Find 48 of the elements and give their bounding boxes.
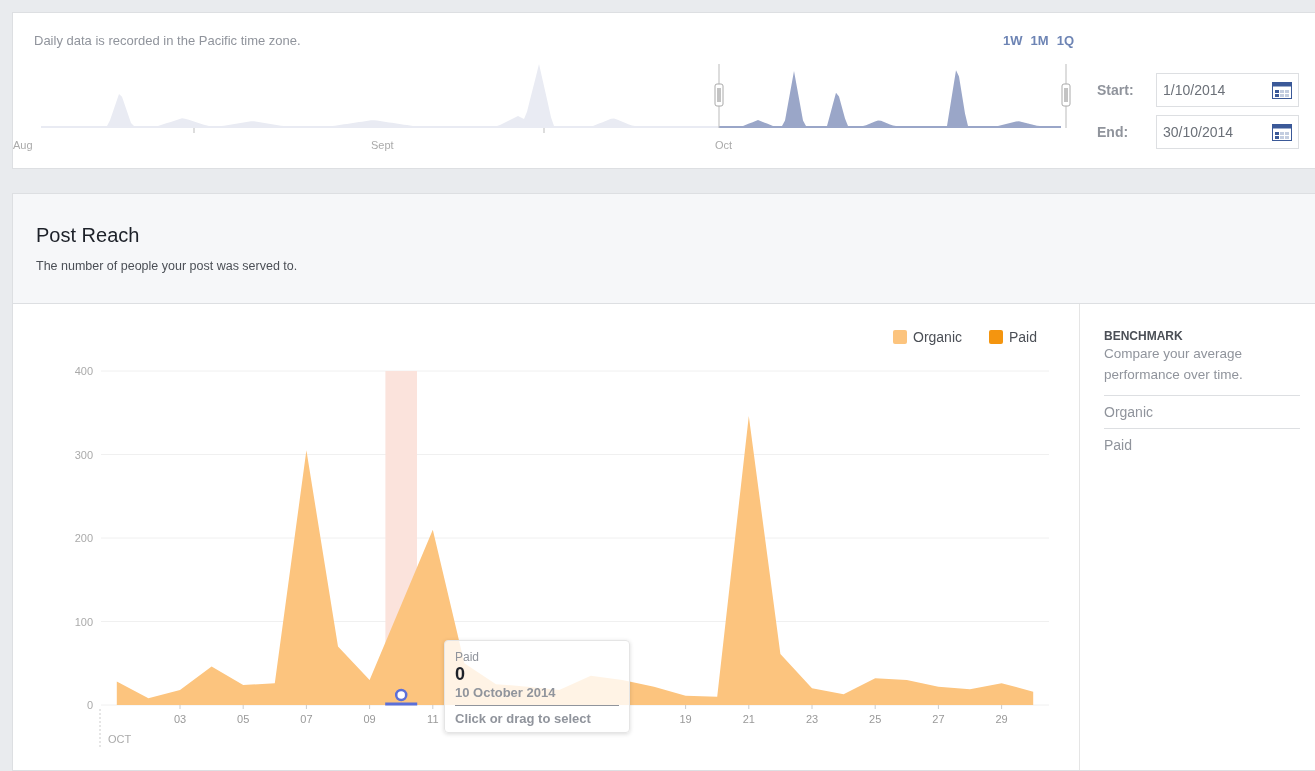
month-label: Sept [371, 139, 394, 151]
month-label: Aug [13, 139, 33, 151]
x-tick-label: 19 [679, 713, 692, 725]
section-title: Post Reach [36, 224, 141, 247]
x-tick-label: 05 [237, 713, 250, 725]
x-tick-label: 11 [427, 713, 439, 725]
tooltip-series: Paid [455, 650, 481, 664]
overview-sparkline[interactable] [41, 64, 1061, 128]
date-label: End: [1097, 124, 1130, 140]
date-label: Start: [1097, 82, 1135, 98]
x-tick-label: 09 [363, 713, 376, 725]
benchmark-item[interactable]: Organic [1104, 396, 1300, 429]
calendar-icon[interactable] [1272, 123, 1292, 141]
legend-label: Paid [1009, 329, 1038, 345]
y-tick-label: 0 [86, 699, 93, 711]
tooltip-hint: Click or drag to select [455, 710, 592, 726]
y-tick-label: 300 [74, 448, 93, 461]
y-tick-label: 100 [74, 615, 93, 628]
range-button[interactable]: 1Q [1056, 32, 1074, 48]
range-button[interactable]: 1M [1030, 32, 1049, 48]
x-tick-label: 07 [300, 713, 313, 725]
x-tick-label: 03 [173, 713, 187, 725]
calendar-icon[interactable] [1272, 81, 1292, 99]
section-subtitle: The number of people your post was served to. [36, 259, 299, 273]
x-tick-label: 21 [742, 713, 755, 725]
timezone-note: Daily data is recorded in the Pacific time zone. [34, 32, 301, 48]
legend-item[interactable]: Organic [893, 329, 963, 345]
tooltip-value: 0 [455, 664, 466, 685]
range-button[interactable]: 1W [1003, 32, 1023, 48]
month-label: OCT [108, 733, 132, 745]
x-tick-label: 23 [805, 713, 819, 725]
benchmark-item[interactable]: Paid [1104, 429, 1300, 461]
y-tick-label: 400 [74, 365, 93, 377]
range-handle[interactable] [1061, 63, 1071, 129]
hover-marker [385, 688, 418, 706]
x-tick-label: 29 [995, 713, 1008, 725]
benchmark-description: Compare your average performance over time. [1104, 343, 1300, 396]
date-field[interactable]: 1/10/2014 [1156, 73, 1299, 107]
benchmark-title: BENCHMARK [1104, 329, 1184, 343]
x-tick-label: 25 [869, 713, 882, 725]
x-tick-label: 27 [932, 713, 945, 725]
month-label: Oct [715, 139, 733, 151]
legend-item[interactable]: Paid [989, 329, 1038, 345]
y-tick-label: 200 [74, 532, 93, 544]
tooltip-date: 10 October 2014 [455, 685, 619, 706]
legend-label: Organic [913, 329, 963, 345]
range-handle[interactable] [714, 63, 724, 129]
date-field[interactable]: 30/10/2014 [1156, 115, 1299, 149]
